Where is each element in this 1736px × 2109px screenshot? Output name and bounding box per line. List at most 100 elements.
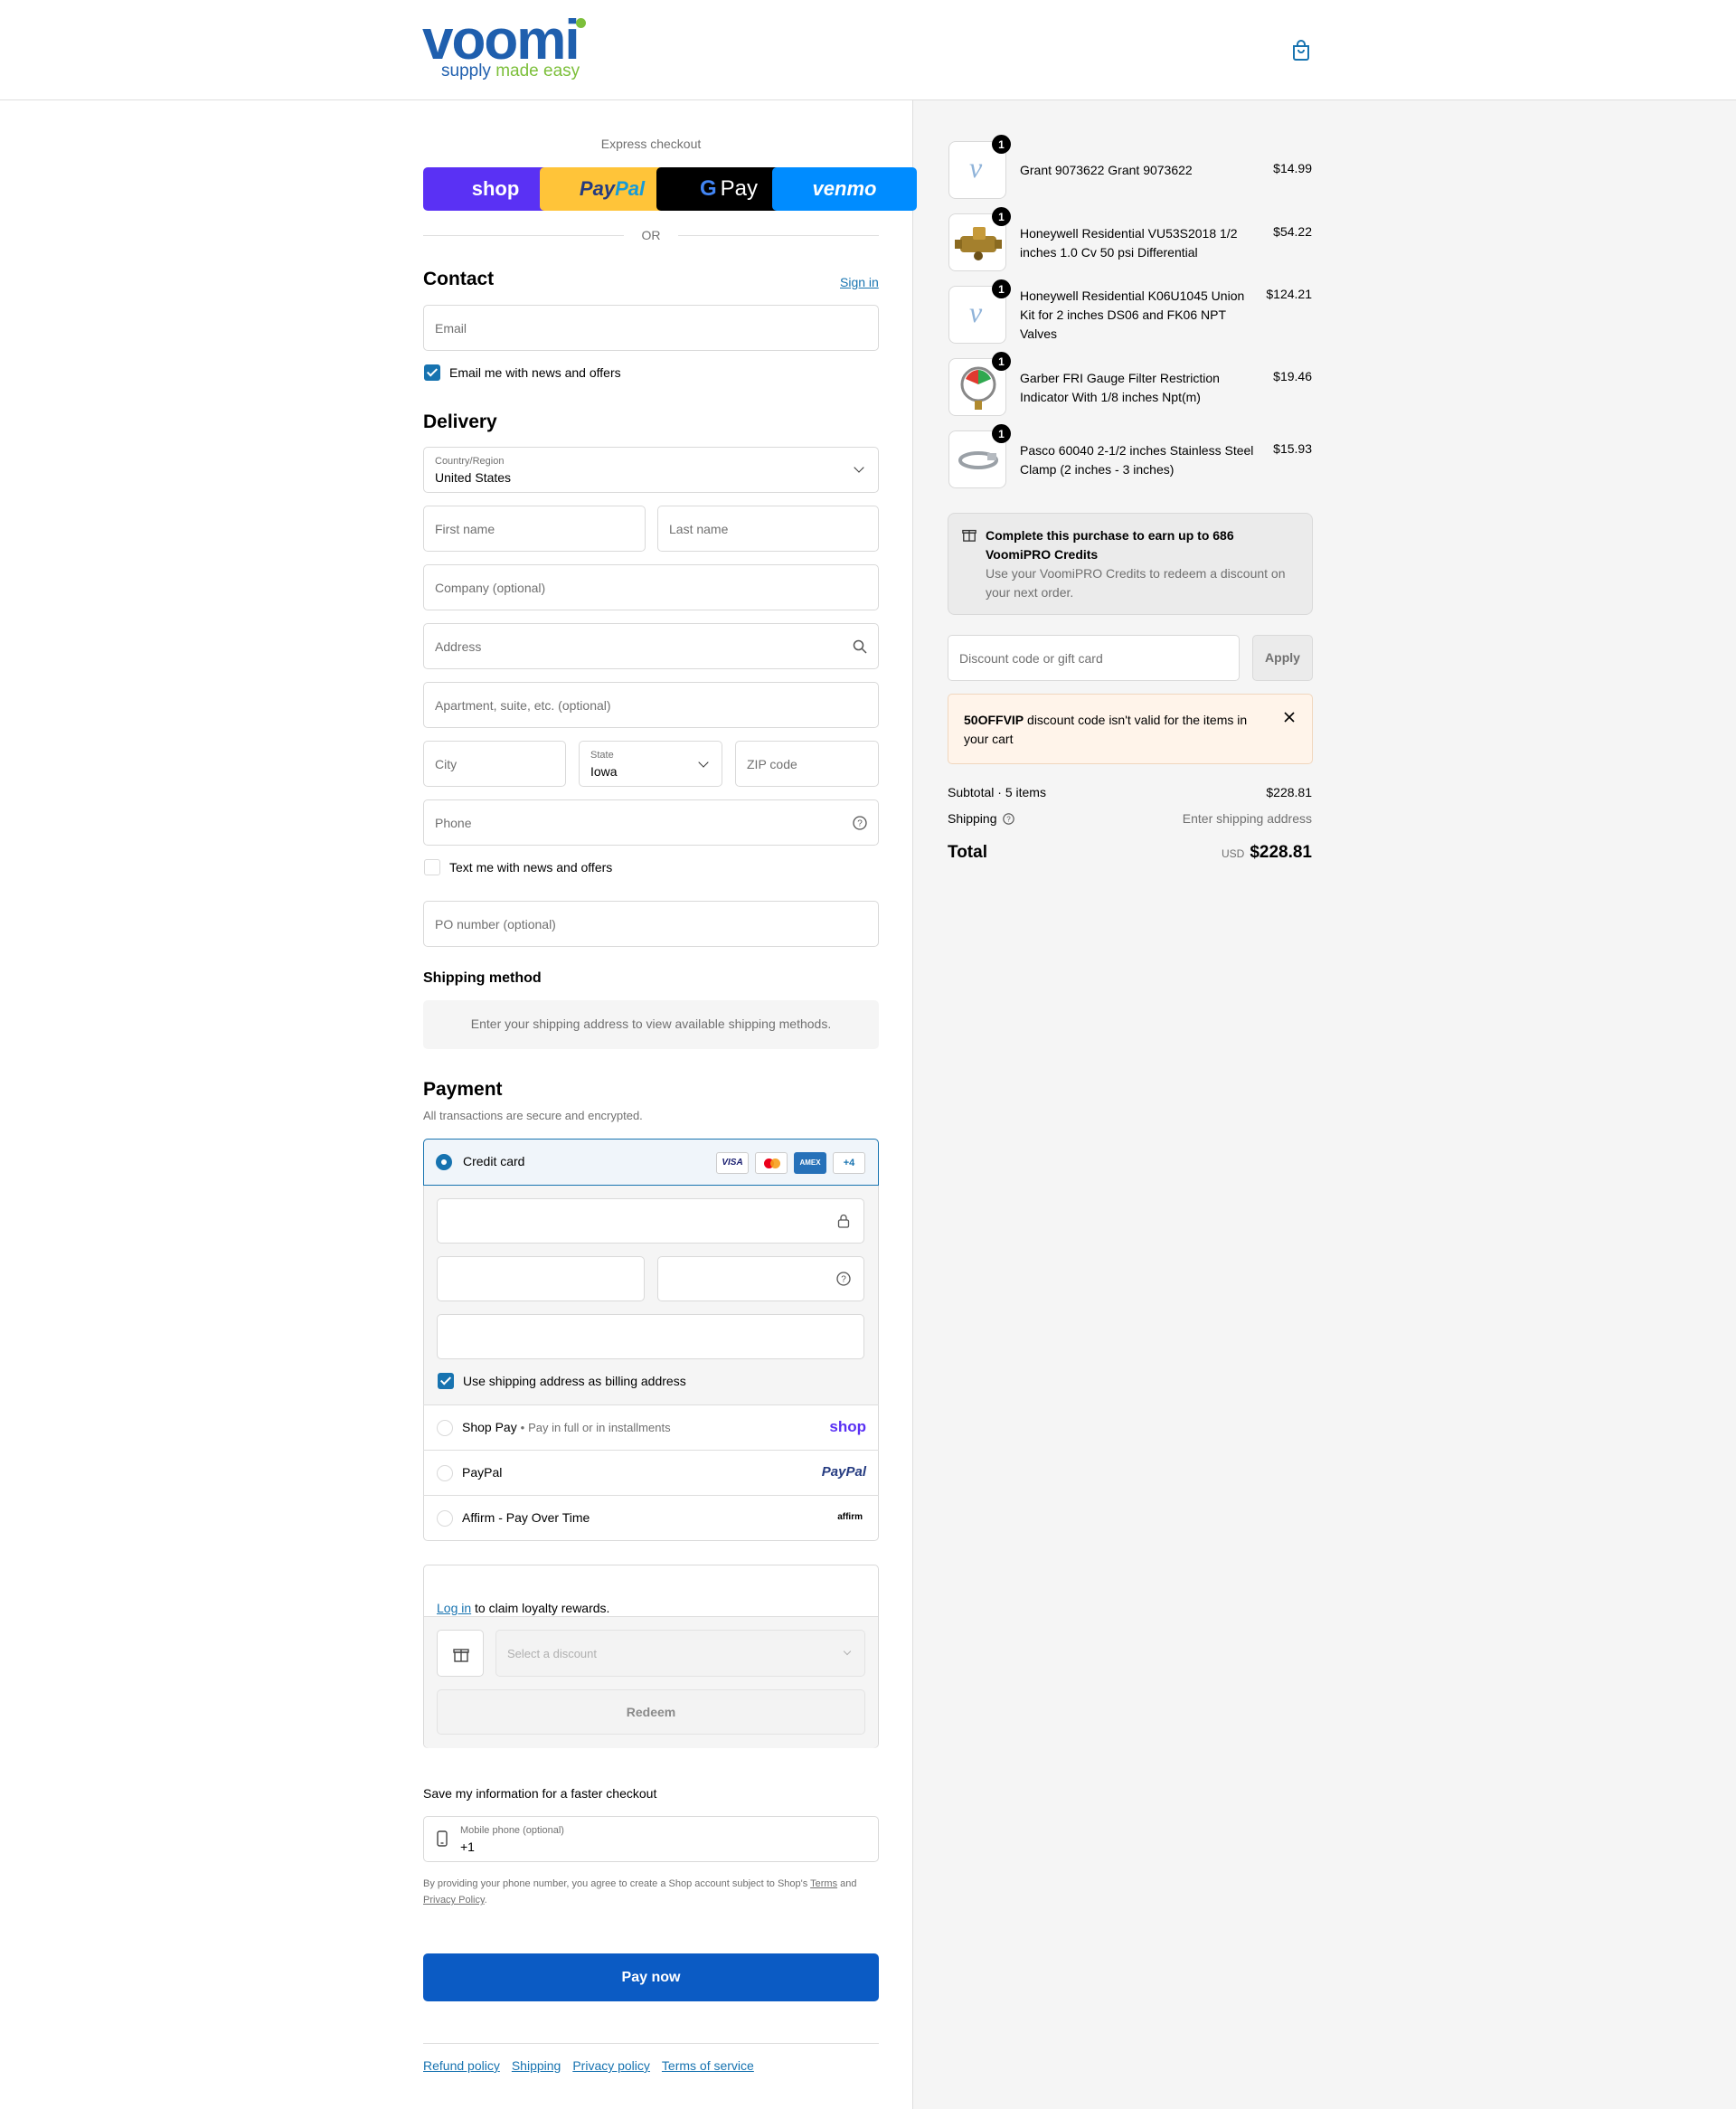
refund-policy-link[interactable]: Refund policy: [423, 2058, 500, 2073]
save-info-title: Save my information for a faster checkou…: [423, 1786, 657, 1801]
country-select[interactable]: Country/Region United States: [423, 447, 879, 493]
steel-clamp-image: [958, 451, 998, 469]
expiration-field[interactable]: [437, 1256, 645, 1301]
city-field[interactable]: City: [423, 741, 566, 787]
discount-code-field[interactable]: Discount code or gift card: [948, 635, 1240, 681]
delivery-title: Delivery: [423, 411, 497, 432]
shop-pay-radio[interactable]: [437, 1420, 453, 1436]
privacy-policy-link[interactable]: Privacy Policy: [423, 1895, 485, 1906]
chevron-down-icon: [854, 462, 864, 473]
billing-address-checkbox[interactable]: [438, 1373, 454, 1389]
credit-card-radio[interactable]: [436, 1154, 452, 1170]
legal-text: By providing your phone number, you agre…: [423, 1878, 857, 1906]
discount-select[interactable]: Select a discount: [495, 1630, 865, 1677]
shipping-label: Shipping ?: [948, 811, 1015, 826]
product-name: Pasco 60040 2-1/2 inches Stainless Steel…: [1020, 443, 1254, 477]
zip-field[interactable]: ZIP code: [735, 741, 879, 787]
pay-now-button[interactable]: Pay now: [423, 1953, 879, 2001]
voomi-placeholder-image: v: [969, 296, 983, 328]
text-news-checkbox[interactable]: [424, 859, 440, 875]
contact-title: Contact: [423, 269, 495, 289]
product-name: Garber FRI Gauge Filter Restriction Indi…: [1020, 371, 1220, 404]
redeem-button[interactable]: Redeem: [437, 1689, 865, 1735]
phone-field[interactable]: Phone ?: [423, 799, 879, 846]
affirm-option[interactable]: Affirm - Pay Over Time affirm: [423, 1495, 879, 1540]
paypal-option[interactable]: PayPal PayPal: [423, 1450, 879, 1495]
shop-pay-logo: shop: [829, 1418, 866, 1435]
product-thumbnail: 1: [948, 352, 1011, 416]
subtotal-label: Subtotal · 5 items: [948, 785, 1046, 799]
svg-text:?: ?: [1007, 815, 1012, 823]
product-price: $19.46: [1273, 369, 1312, 383]
email-news-label: Email me with news and offers: [449, 365, 621, 380]
gauge-image: [960, 366, 996, 410]
quantity-badge: 1: [992, 135, 1011, 154]
total-label: Total: [948, 843, 987, 862]
shipping-method-title: Shipping method: [423, 970, 542, 986]
mastercard-icon: [755, 1152, 788, 1174]
discount-error-banner: 50OFFVIP discount code isn't valid for t…: [948, 694, 1313, 764]
help-icon[interactable]: ?: [853, 816, 867, 830]
product-thumbnail: v 1: [948, 135, 1011, 199]
chevron-down-icon: [698, 757, 709, 768]
address-field[interactable]: Address: [423, 623, 879, 669]
credit-card-option[interactable]: Credit card VISA AMEX +4: [423, 1139, 879, 1186]
paypal-radio[interactable]: [437, 1465, 453, 1481]
credits-box: Complete this purchase to earn up to 686…: [948, 513, 1313, 615]
payment-subtitle: All transactions are secure and encrypte…: [423, 1109, 643, 1122]
gift-icon: [437, 1630, 484, 1677]
security-code-field[interactable]: ?: [657, 1256, 864, 1301]
more-brands-badge: +4: [833, 1152, 865, 1174]
svg-text:?: ?: [857, 819, 863, 829]
email-news-checkbox[interactable]: [424, 364, 440, 381]
venmo-express-button[interactable]: venmo: [772, 167, 917, 211]
quantity-badge: 1: [992, 207, 1011, 226]
card-number-field[interactable]: [437, 1198, 864, 1244]
first-name-field[interactable]: First name: [423, 506, 646, 552]
express-checkout-title: Express checkout: [600, 137, 702, 151]
apartment-field[interactable]: Apartment, suite, etc. (optional): [423, 682, 879, 728]
product-price: $15.93: [1273, 441, 1312, 456]
svg-text:?: ?: [841, 1275, 846, 1285]
logo-tagline: supply made easy: [441, 61, 580, 80]
state-select[interactable]: State Iowa: [579, 741, 722, 787]
close-icon[interactable]: [1284, 712, 1295, 723]
product-price: $54.22: [1273, 224, 1312, 239]
email-field[interactable]: Email: [423, 305, 879, 351]
payment-title: Payment: [423, 1079, 503, 1100]
apply-button[interactable]: Apply: [1252, 635, 1313, 681]
page-header: voomi supply made easy: [0, 0, 1736, 100]
logo-dot: [576, 18, 586, 28]
privacy-policy-footer-link[interactable]: Privacy policy: [572, 2058, 650, 2073]
company-field[interactable]: Company (optional): [423, 564, 879, 610]
mobile-phone-field[interactable]: Mobile phone (optional) +1: [423, 1816, 879, 1862]
product-name: Honeywell Residential VU53S2018 1/2 inch…: [1020, 226, 1238, 260]
sign-in-link[interactable]: Sign in: [840, 275, 879, 289]
help-icon[interactable]: ?: [1003, 813, 1015, 825]
quantity-badge: 1: [992, 279, 1011, 298]
shopping-bag-icon[interactable]: [1291, 39, 1311, 61]
po-number-field[interactable]: PO number (optional): [423, 901, 879, 947]
product-price: $124.21: [1266, 287, 1312, 301]
last-name-field[interactable]: Last name: [657, 506, 879, 552]
shipping-link[interactable]: Shipping: [512, 2058, 561, 2073]
google-g-icon: G: [699, 176, 717, 201]
lock-icon: [837, 1214, 850, 1228]
log-in-link[interactable]: Log in: [437, 1601, 471, 1615]
footer-links: Refund policy Shipping Privacy policy Terms…: [423, 2058, 766, 2073]
help-icon[interactable]: ?: [836, 1272, 851, 1286]
currency-code: USD: [1221, 847, 1245, 860]
shipping-value: Enter shipping address: [1182, 811, 1312, 826]
terms-link[interactable]: Terms: [810, 1878, 837, 1889]
subtotal-value: $228.81: [1266, 785, 1312, 799]
paypal-logo: PayPal: [821, 1464, 866, 1480]
shipping-method-notice: Enter your shipping address to view avai…: [423, 1000, 879, 1049]
terms-of-service-link[interactable]: Terms of service: [662, 2058, 754, 2073]
affirm-radio[interactable]: [437, 1510, 453, 1527]
product-thumbnail: 1: [948, 207, 1011, 271]
shop-pay-option[interactable]: Shop Pay • Pay in full or in installment…: [423, 1404, 879, 1450]
name-on-card-field[interactable]: [437, 1314, 864, 1359]
voomi-logo[interactable]: voomi: [422, 13, 580, 69]
chevron-down-icon: [843, 1647, 852, 1656]
divider: [423, 235, 624, 236]
